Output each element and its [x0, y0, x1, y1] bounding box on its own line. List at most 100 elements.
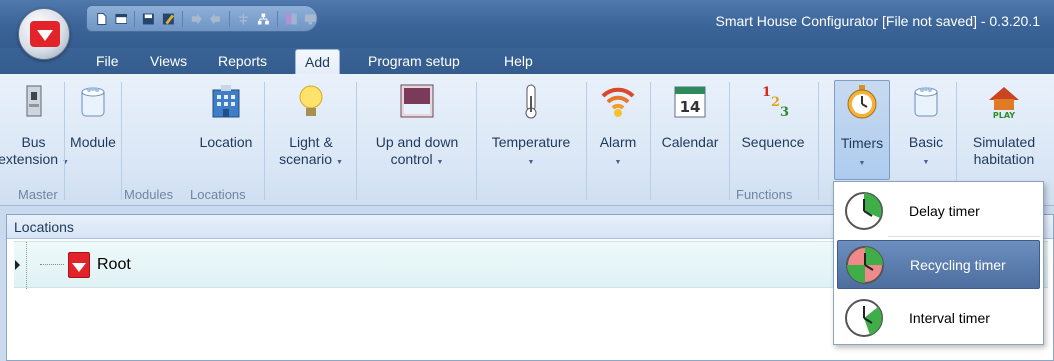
- alarm-icon: [599, 82, 637, 120]
- calendar-label: Calendar: [661, 134, 719, 150]
- app-logo-icon: [30, 21, 60, 47]
- calendar-icon: 14: [671, 82, 709, 120]
- module-label: Module: [70, 134, 116, 150]
- bus-extension-icon: [15, 82, 53, 120]
- sequence-button[interactable]: 1 2 3 Sequence: [734, 80, 812, 180]
- menu-views[interactable]: Views: [150, 53, 187, 69]
- location-label: Location: [199, 134, 253, 150]
- expand-arrow-icon[interactable]: [15, 260, 20, 270]
- simulated-habitation-label-1: Simulated: [972, 134, 1036, 150]
- group-divider: [64, 82, 65, 200]
- tree-structure-icon[interactable]: [257, 12, 270, 26]
- group-divider: [818, 82, 819, 200]
- timers-dropdown-menu: Delay timer Recycling timer Interval tim…: [833, 181, 1044, 345]
- dropdown-arrow-icon: ▼: [922, 159, 930, 166]
- menu-file[interactable]: File: [96, 53, 119, 69]
- tree-connector: [40, 264, 64, 265]
- group-divider: [650, 82, 651, 200]
- interval-timer-label: Interval timer: [909, 309, 990, 326]
- thermometer-icon: [512, 82, 550, 120]
- monitor-icon[interactable]: [304, 12, 317, 26]
- root-node-icon: [68, 252, 90, 278]
- save-as-icon[interactable]: [162, 12, 175, 26]
- interval-timer-icon: [844, 298, 884, 338]
- delay-timer-label: Delay timer: [909, 202, 980, 219]
- simulated-habitation-label-2: habitation: [973, 151, 1035, 167]
- stopwatch-icon: [843, 83, 881, 121]
- toolbar-divider: [181, 10, 183, 27]
- export-icon[interactable]: [190, 12, 203, 26]
- window-title: Smart House Configurator [File not saved…: [715, 13, 1041, 29]
- dropdown-arrow-icon: ▼: [335, 159, 343, 166]
- save-icon[interactable]: [142, 12, 155, 26]
- dropdown-arrow-icon: ▼: [858, 160, 866, 167]
- light-scenario-label-2: scenario: [279, 151, 333, 167]
- calendar-button[interactable]: 14 Calendar: [656, 80, 724, 180]
- group-divider: [586, 82, 587, 200]
- menu-item-interval-timer[interactable]: Interval timer: [837, 293, 1040, 342]
- play-badge-text: PLAY: [993, 111, 1015, 120]
- root-node-label: Root: [97, 256, 131, 273]
- temperature-button[interactable]: Temperature ▼: [480, 80, 582, 180]
- sequence-digit-2: 2: [771, 95, 780, 110]
- alarm-button[interactable]: Alarm ▼: [592, 80, 644, 180]
- application-menu-button[interactable]: [18, 8, 70, 60]
- dropdown-arrow-icon: ▼: [527, 159, 535, 166]
- building-icon: [207, 82, 245, 120]
- sequence-digit-3: 3: [780, 105, 789, 120]
- light-bulb-icon: [292, 82, 330, 120]
- tree-connector: [26, 242, 27, 289]
- bus-extension-button[interactable]: Bus extension ▼: [0, 80, 69, 180]
- up-down-control-label-1: Up and down: [375, 134, 459, 150]
- menu-add[interactable]: Add: [295, 49, 340, 75]
- timers-button[interactable]: Timers ▼: [834, 80, 890, 180]
- group-label-functions: Functions: [736, 187, 793, 202]
- house-play-icon: PLAY: [985, 82, 1023, 120]
- toolbar-divider: [276, 10, 278, 27]
- temperature-label: Temperature: [491, 134, 571, 150]
- group-label-master: Master: [18, 187, 58, 202]
- recycling-timer-icon: [845, 245, 885, 285]
- up-down-control-button[interactable]: Up and down control ▼: [362, 80, 472, 180]
- menu-program-setup[interactable]: Program setup: [368, 53, 460, 69]
- sequence-icon: 1 2 3: [754, 82, 792, 120]
- alarm-label: Alarm: [599, 134, 637, 150]
- menu-item-recycling-timer[interactable]: Recycling timer: [837, 240, 1040, 289]
- group-divider: [476, 82, 477, 200]
- new-file-icon[interactable]: [95, 12, 108, 26]
- module-icon: [74, 82, 112, 120]
- menu-item-delay-timer[interactable]: Delay timer: [837, 186, 1040, 235]
- sequence-label: Sequence: [741, 134, 805, 150]
- light-scenario-button[interactable]: Light & scenario ▼: [272, 80, 350, 180]
- up-down-control-label-2: control: [390, 151, 433, 167]
- quick-access-toolbar: [86, 5, 318, 32]
- bus-extension-label-1: Bus: [21, 134, 46, 150]
- title-bar: Smart House Configurator [File not saved…: [0, 0, 1054, 60]
- module-color-icon[interactable]: [285, 12, 298, 26]
- timers-label: Timers: [840, 135, 884, 151]
- menu-reports[interactable]: Reports: [218, 53, 267, 69]
- open-icon[interactable]: [115, 12, 128, 26]
- basic-label: Basic: [908, 134, 944, 150]
- basic-button[interactable]: Basic ▼: [896, 80, 956, 180]
- group-divider: [264, 82, 265, 200]
- dropdown-arrow-icon: ▼: [614, 159, 622, 166]
- bus-extension-label-2: extension: [0, 151, 59, 167]
- dropdown-arrow-icon: ▼: [436, 159, 444, 166]
- module-button[interactable]: Module: [68, 80, 118, 180]
- menu-help[interactable]: Help: [504, 53, 533, 69]
- group-label-modules: Modules: [124, 187, 174, 202]
- light-scenario-label-1: Light &: [289, 134, 333, 150]
- recycling-timer-label: Recycling timer: [910, 256, 1006, 273]
- calendar-day-number: 14: [680, 98, 701, 116]
- simulated-habitation-button[interactable]: PLAY Simulated habitation: [958, 80, 1050, 180]
- network-icon[interactable]: [237, 12, 250, 26]
- group-divider: [729, 82, 730, 200]
- delay-timer-icon: [844, 191, 884, 231]
- group-label-locations: Locations: [190, 187, 246, 202]
- toolbar-divider: [229, 10, 231, 27]
- toolbar-divider: [134, 10, 136, 27]
- location-button[interactable]: Location: [192, 80, 260, 180]
- import-icon[interactable]: [209, 12, 222, 26]
- menu-divider: [888, 236, 1040, 237]
